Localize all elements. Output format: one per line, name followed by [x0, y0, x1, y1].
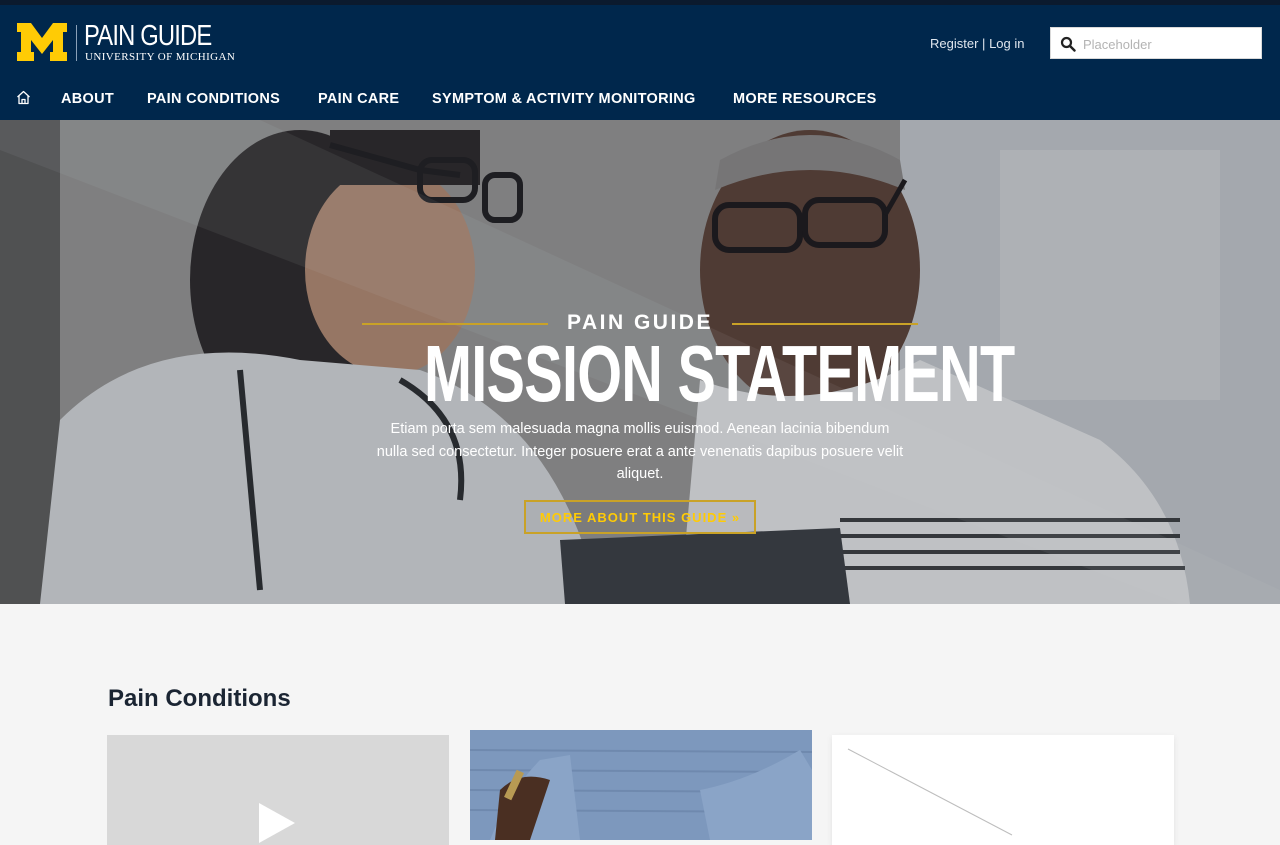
search-icon[interactable]: [1060, 36, 1076, 52]
placeholder-graphic: [847, 748, 1013, 836]
hero-banner: PAIN GUIDE MISSION STATEMENT Etiam porta…: [0, 120, 1280, 604]
site-subtitle: UNIVERSITY OF MICHIGAN: [85, 51, 236, 63]
nav-item-pain-conditions[interactable]: PAIN CONDITIONS: [147, 90, 280, 108]
home-icon[interactable]: [16, 90, 31, 105]
nav-item-pain-care[interactable]: PAIN CARE: [318, 90, 399, 108]
auth-links: Register | Log in: [930, 36, 1024, 52]
nav-item-more-resources[interactable]: MORE RESOURCES: [733, 90, 877, 108]
search-box[interactable]: [1050, 27, 1262, 59]
hero-description: Etiam porta sem malesuada magna mollis e…: [376, 421, 904, 482]
condition-card-image[interactable]: [470, 730, 812, 840]
search-input[interactable]: [1081, 33, 1256, 55]
login-link[interactable]: Log in: [989, 36, 1024, 51]
play-icon[interactable]: [257, 801, 297, 845]
card-photo: [470, 730, 812, 840]
site-title[interactable]: PAIN GUIDE: [84, 20, 212, 52]
condition-card-video[interactable]: [107, 735, 449, 845]
hero-title: MISSION STATEMENT: [424, 329, 1015, 418]
register-link[interactable]: Register: [930, 36, 978, 51]
condition-card-placeholder[interactable]: [832, 735, 1174, 845]
nav-item-symptom-activity-monitoring[interactable]: SYMPTOM & ACTIVITY MONITORING: [432, 90, 696, 108]
main-nav: ABOUT PAIN CONDITIONS PAIN CARE SYMPTOM …: [0, 87, 1280, 113]
logo-divider: [76, 25, 77, 61]
more-about-guide-button[interactable]: MORE ABOUT THIS GUIDE »: [524, 500, 756, 534]
nav-item-about[interactable]: ABOUT: [61, 90, 114, 108]
site-header: PAIN GUIDE UNIVERSITY OF MICHIGAN Regist…: [0, 0, 1280, 120]
section-title: Pain Conditions: [108, 685, 291, 712]
auth-separator: |: [982, 36, 986, 51]
university-m-logo[interactable]: [17, 23, 67, 61]
